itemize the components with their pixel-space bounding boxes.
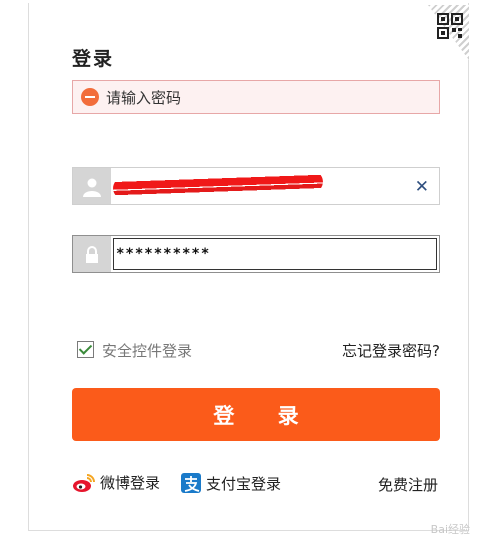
security-login-label: 安全控件登录 xyxy=(102,342,193,360)
clear-icon[interactable]: ✕ xyxy=(415,177,429,197)
page-title: 登录 xyxy=(72,48,115,70)
username-field: ✕ xyxy=(72,167,440,205)
weibo-login-label: 微博登录 xyxy=(100,474,161,492)
lock-icon xyxy=(73,236,111,272)
weibo-login-link[interactable]: 微博登录 xyxy=(72,472,160,493)
user-icon xyxy=(73,168,111,204)
error-message-box: 请输入密码 xyxy=(72,80,440,114)
forgot-password-link[interactable]: 忘记登录密码? xyxy=(342,340,440,361)
password-input[interactable] xyxy=(113,238,437,270)
qr-login-toggle[interactable] xyxy=(428,5,469,60)
alipay-login-link[interactable]: 支付宝登录 xyxy=(180,472,281,494)
footer-links: 微博登录 支付宝登录 免费注册 xyxy=(72,472,440,498)
error-message-text: 请输入密码 xyxy=(106,88,182,107)
free-register-link[interactable]: 免费注册 xyxy=(378,474,438,495)
login-options-row: 安全控件登录 忘记登录密码? xyxy=(72,338,440,362)
password-field xyxy=(72,235,440,273)
weibo-icon xyxy=(73,473,95,492)
alipay-login-label: 支付宝登录 xyxy=(206,474,282,493)
qr-code-icon xyxy=(437,13,463,39)
watermark: Bai经验 xyxy=(430,523,470,536)
login-button[interactable]: 登 录 xyxy=(72,388,440,441)
error-minus-icon xyxy=(81,88,99,106)
security-login-checkbox[interactable] xyxy=(77,341,94,358)
alipay-icon xyxy=(181,473,201,493)
